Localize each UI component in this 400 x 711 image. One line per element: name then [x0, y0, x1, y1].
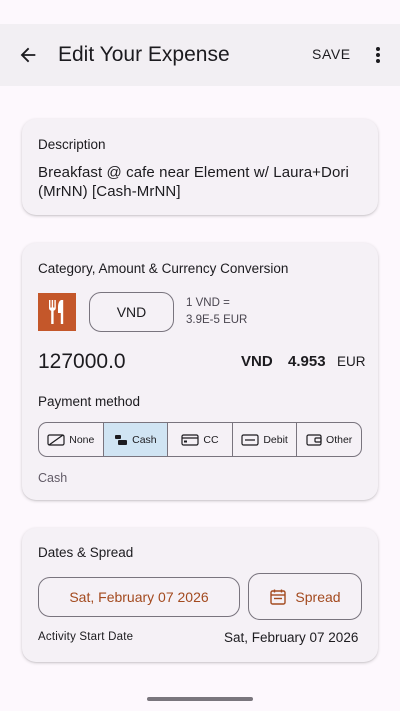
source-currency: VND — [241, 353, 273, 370]
activity-start-value: Sat, February 07 2026 — [224, 630, 359, 645]
date-picker-button[interactable]: Sat, February 07 2026 — [38, 577, 240, 617]
page-title: Edit Your Expense — [58, 43, 230, 66]
save-button[interactable]: SAVE — [312, 46, 351, 62]
target-currency: EUR — [337, 354, 366, 369]
more-options-button[interactable] — [366, 41, 390, 69]
debit-card-icon — [241, 433, 259, 446]
dates-card: Dates & Spread Sat, February 07 2026 Spr… — [22, 528, 378, 662]
back-button[interactable] — [14, 41, 42, 69]
none-card-icon — [47, 433, 65, 446]
wallet-icon — [306, 433, 322, 446]
payment-option-cc[interactable]: CC — [168, 423, 233, 456]
payment-option-label: CC — [203, 433, 219, 446]
dates-label: Dates & Spread — [38, 545, 134, 560]
calendar-icon — [270, 589, 287, 605]
credit-card-icon — [181, 433, 199, 446]
payment-option-label: Debit — [263, 433, 288, 446]
exchange-rate-line-2: 3.9E-5 EUR — [186, 314, 248, 326]
arrow-back-icon — [20, 47, 36, 63]
gesture-nav-handle[interactable] — [147, 697, 253, 701]
category-button[interactable] — [38, 293, 76, 331]
fork-knife-icon — [49, 300, 64, 324]
payment-option-label: None — [69, 433, 95, 446]
description-card: Description Breakfast @ cafe near Elemen… — [22, 119, 378, 215]
amount-card: Category, Amount & Currency Conversion V… — [22, 243, 378, 500]
payment-option-debit[interactable]: Debit — [233, 423, 298, 456]
exchange-rate-line-1: 1 VND = — [186, 297, 230, 309]
spread-button-label: Spread — [295, 588, 341, 605]
payment-method-status: Cash — [38, 471, 68, 485]
app-bar: Edit Your Expense SAVE — [0, 24, 400, 86]
cash-icon — [115, 434, 128, 445]
payment-method-selector: None Cash CC Debit Other — [38, 422, 362, 457]
activity-start-label: Activity Start Date — [38, 631, 134, 643]
payment-option-other[interactable]: Other — [297, 423, 361, 456]
amount-section-label: Category, Amount & Currency Conversion — [38, 261, 289, 276]
more-vert-icon — [376, 47, 380, 63]
payment-option-label: Other — [326, 433, 353, 446]
description-field[interactable]: Breakfast @ cafe near Element w/ Laura+D… — [38, 163, 358, 201]
payment-option-label: Cash — [132, 433, 157, 446]
description-label: Description — [38, 137, 106, 152]
converted-amount: 4.953 — [288, 353, 326, 370]
payment-method-label: Payment method — [38, 394, 141, 409]
currency-select-button[interactable]: VND — [89, 292, 174, 332]
status-bar — [0, 0, 400, 24]
payment-option-none[interactable]: None — [39, 423, 104, 456]
payment-option-cash[interactable]: Cash — [103, 423, 169, 456]
spread-button[interactable]: Spread — [248, 573, 362, 620]
amount-input[interactable]: 127000.0 — [38, 350, 126, 374]
